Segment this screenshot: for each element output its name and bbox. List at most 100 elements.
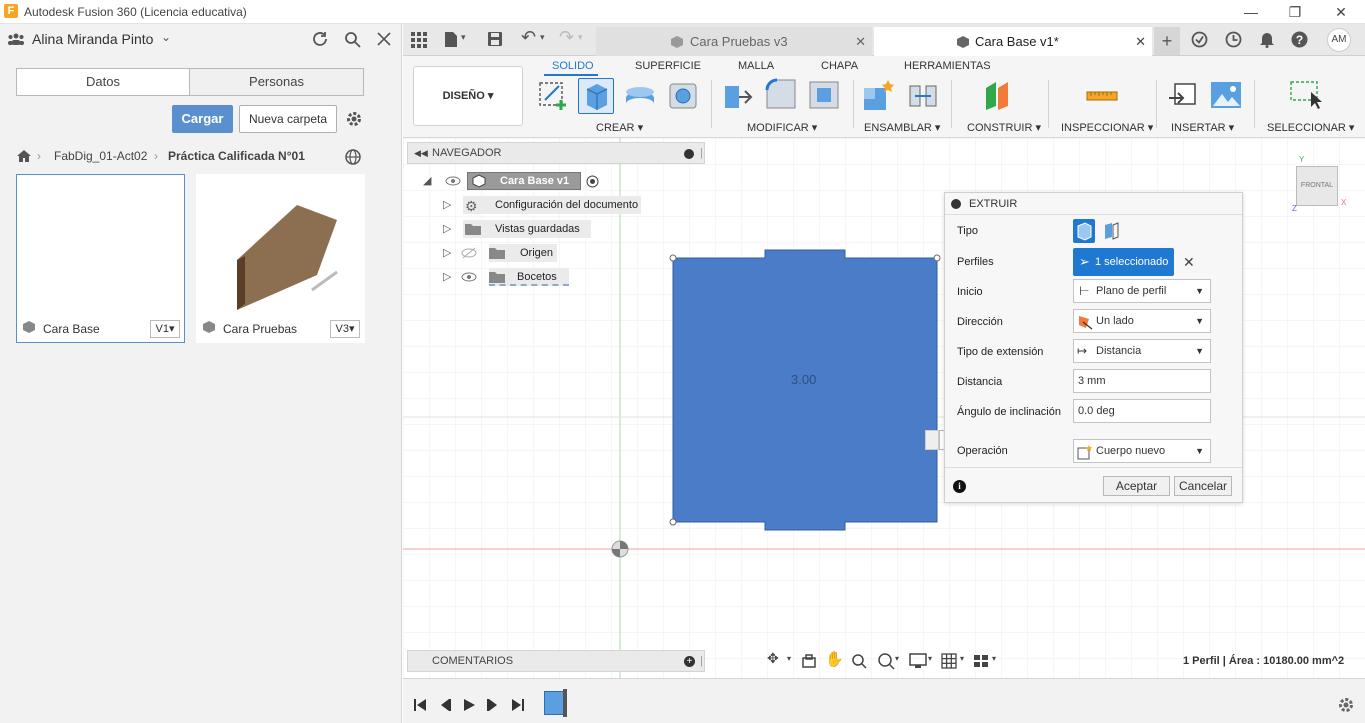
expand-triangle-icon[interactable]: ▷ (443, 218, 451, 240)
previous-step-icon[interactable] (438, 698, 452, 712)
offset-plane-icon[interactable] (982, 78, 1016, 112)
expand-triangle-icon[interactable]: ▷ (443, 194, 451, 216)
start-select[interactable]: ⊢ Plano de perfil ▼ (1073, 279, 1211, 303)
pan-icon[interactable]: ✋ (825, 650, 844, 668)
ribbon-tab-chapa[interactable]: CHAPA (821, 60, 858, 72)
joint-icon[interactable] (906, 78, 940, 112)
avatar[interactable]: AM (1327, 28, 1351, 52)
ok-button[interactable]: Aceptar (1103, 476, 1170, 496)
breadcrumb-project[interactable]: FabDig_01-Act02 (54, 149, 147, 163)
close-window-icon[interactable]: ✕ (1326, 2, 1356, 22)
activate-radio-icon[interactable] (586, 175, 599, 188)
tab-cara-base[interactable]: Cara Base v1* ✕ (874, 27, 1152, 56)
restore-icon[interactable]: ❐ (1280, 2, 1310, 22)
press-pull-icon[interactable] (721, 78, 755, 112)
group-insertar[interactable]: INSERTAR ▾ (1171, 121, 1234, 134)
extrude-thin-icon[interactable] (1101, 221, 1121, 241)
tree-item-views[interactable]: ▷ Vistas guardadas (419, 218, 709, 240)
viewports-icon[interactable] (973, 653, 989, 669)
version-select[interactable]: V3▾ (330, 320, 360, 338)
timeline-feature-sketch[interactable] (544, 691, 564, 715)
refresh-icon[interactable] (312, 31, 329, 48)
group-modificar[interactable]: MODIFICAR ▾ (747, 121, 817, 134)
tab-cara-pruebas[interactable]: Cara Pruebas v3 ✕ (596, 27, 872, 56)
group-inspeccionar[interactable]: INSPECCIONAR ▾ (1061, 121, 1153, 134)
job-status-icon[interactable] (1225, 31, 1242, 48)
file-card-cara-pruebas[interactable]: Cara Pruebas V3▾ (196, 174, 365, 343)
group-seleccionar[interactable]: SELECCIONAR ▾ (1267, 121, 1354, 134)
group-construir[interactable]: CONSTRUIR ▾ (967, 121, 1041, 134)
cancel-button[interactable]: Cancelar (1174, 476, 1232, 496)
clear-selection-icon[interactable]: ✕ (1183, 254, 1195, 271)
undo-icon[interactable]: ↶ (521, 27, 536, 48)
chevron-down-icon[interactable]: ⌄ (161, 30, 171, 44)
user-name[interactable]: Alina Miranda Pinto (32, 31, 153, 47)
version-select[interactable]: V1▾ (150, 320, 180, 338)
last-step-icon[interactable] (511, 698, 525, 712)
save-icon[interactable] (487, 31, 503, 47)
collapse-dialog-icon[interactable] (951, 199, 961, 209)
shell-icon[interactable] (807, 78, 841, 112)
upload-button[interactable]: Cargar (172, 105, 233, 133)
eye-icon[interactable] (461, 271, 477, 283)
app-grid-icon[interactable] (411, 32, 427, 48)
close-panel-icon[interactable] (377, 32, 391, 46)
operation-select[interactable]: Cuerpo nuevo ▼ (1073, 439, 1211, 463)
drag-handle[interactable] (925, 430, 939, 450)
file-card-cara-base[interactable]: Cara Base V1▾ (16, 174, 185, 343)
timeline-settings-icon[interactable] (1337, 696, 1355, 714)
select-icon[interactable] (1289, 78, 1323, 112)
ribbon-tab-malla[interactable]: MALLA (738, 60, 774, 72)
workspace-switcher[interactable]: DISEÑO ▾ (413, 66, 523, 126)
extrude-button[interactable] (578, 78, 614, 114)
expand-triangle-icon[interactable]: ▷ (443, 266, 451, 288)
tree-item-config[interactable]: ▷ ⚙ Configuración del documento (419, 194, 709, 216)
orbit-icon[interactable]: ✥ (767, 650, 779, 667)
revolve-icon[interactable] (623, 78, 657, 112)
hole-icon[interactable] (666, 78, 700, 112)
tree-item-sketches[interactable]: ▷ Bocetos (419, 266, 709, 288)
direction-select[interactable]: Un lado ▼ (1073, 309, 1211, 333)
insert-derive-icon[interactable] (1167, 78, 1201, 112)
tree-item-origin[interactable]: ▷ Origen (419, 242, 709, 264)
new-component-icon[interactable] (862, 78, 896, 112)
minimize-icon[interactable]: — (1236, 2, 1266, 22)
first-step-icon[interactable] (413, 698, 427, 712)
extent-type-select[interactable]: ↦ Distancia ▼ (1073, 339, 1211, 363)
extensions-icon[interactable] (1191, 31, 1208, 48)
insert-canvas-icon[interactable] (1209, 78, 1243, 112)
collapse-triangle-icon[interactable]: ◢ (423, 170, 431, 192)
breadcrumb-folder[interactable]: Práctica Calificada N°01 (168, 149, 305, 163)
display-settings-icon[interactable] (909, 653, 927, 669)
help-icon[interactable]: ? (1291, 31, 1308, 48)
tab-personas[interactable]: Personas (190, 69, 363, 95)
fillet-icon[interactable] (764, 78, 798, 112)
file-menu-icon[interactable] (444, 31, 458, 48)
group-ensamblar[interactable]: ENSAMBLAR ▾ (864, 121, 940, 134)
globe-icon[interactable] (345, 149, 361, 165)
timeline-marker[interactable] (563, 689, 567, 717)
tree-root[interactable]: ◢ Cara Base v1 (419, 170, 709, 192)
ribbon-tab-superficie[interactable]: SUPERFICIE (635, 60, 701, 72)
eye-hidden-icon[interactable] (461, 247, 477, 259)
group-crear[interactable]: CREAR ▾ (596, 121, 643, 134)
expand-triangle-icon[interactable]: ▷ (443, 242, 451, 264)
gear-icon[interactable] (345, 110, 363, 128)
next-step-icon[interactable] (486, 698, 500, 712)
play-icon[interactable] (462, 698, 476, 712)
team-icon[interactable] (8, 33, 24, 45)
taper-angle-input[interactable]: 0.0 deg (1073, 399, 1211, 423)
grid-settings-icon[interactable] (941, 653, 957, 669)
close-tab-icon[interactable]: ✕ (1135, 27, 1146, 56)
distance-input[interactable]: 3 mm (1073, 369, 1211, 393)
redo-icon[interactable]: ↷ (559, 27, 574, 48)
eye-icon[interactable] (445, 175, 461, 187)
ribbon-tab-herramientas[interactable]: HERRAMIENTAS (904, 60, 991, 72)
fit-icon[interactable] (877, 652, 895, 670)
profiles-selection-button[interactable]: ➢ 1 seleccionado (1073, 248, 1174, 276)
tab-datos[interactable]: Datos (17, 69, 190, 95)
type-solid-button[interactable] (1073, 219, 1095, 243)
minimize-navigator-icon[interactable] (684, 149, 694, 159)
info-icon[interactable]: i (953, 480, 966, 493)
collapse-icon[interactable]: ◀◀ (414, 143, 428, 163)
